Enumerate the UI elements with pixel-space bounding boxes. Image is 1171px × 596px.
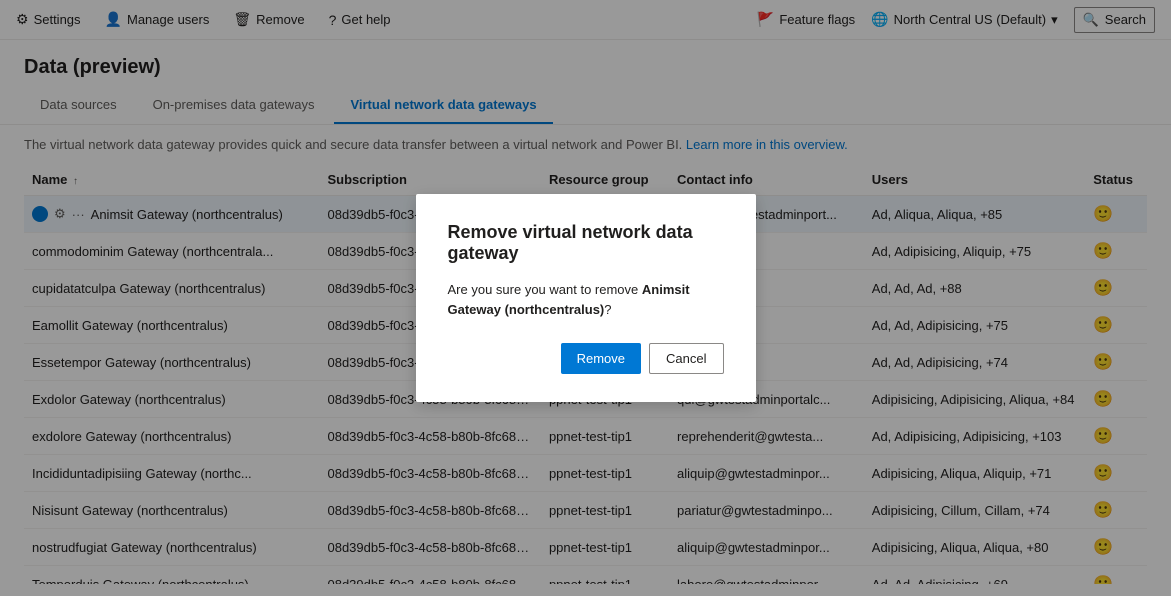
modal-cancel-button[interactable]: Cancel	[649, 343, 723, 374]
modal-body-prefix: Are you sure you want to remove	[448, 282, 642, 297]
modal-remove-button[interactable]: Remove	[561, 343, 641, 374]
remove-modal: Remove virtual network data gateway Are …	[416, 194, 756, 402]
modal-buttons: Remove Cancel	[448, 343, 724, 374]
modal-body: Are you sure you want to remove Animsit …	[448, 280, 724, 319]
modal-overlay[interactable]: Remove virtual network data gateway Are …	[0, 0, 1171, 596]
modal-title: Remove virtual network data gateway	[448, 222, 724, 264]
modal-body-suffix: ?	[604, 302, 611, 317]
